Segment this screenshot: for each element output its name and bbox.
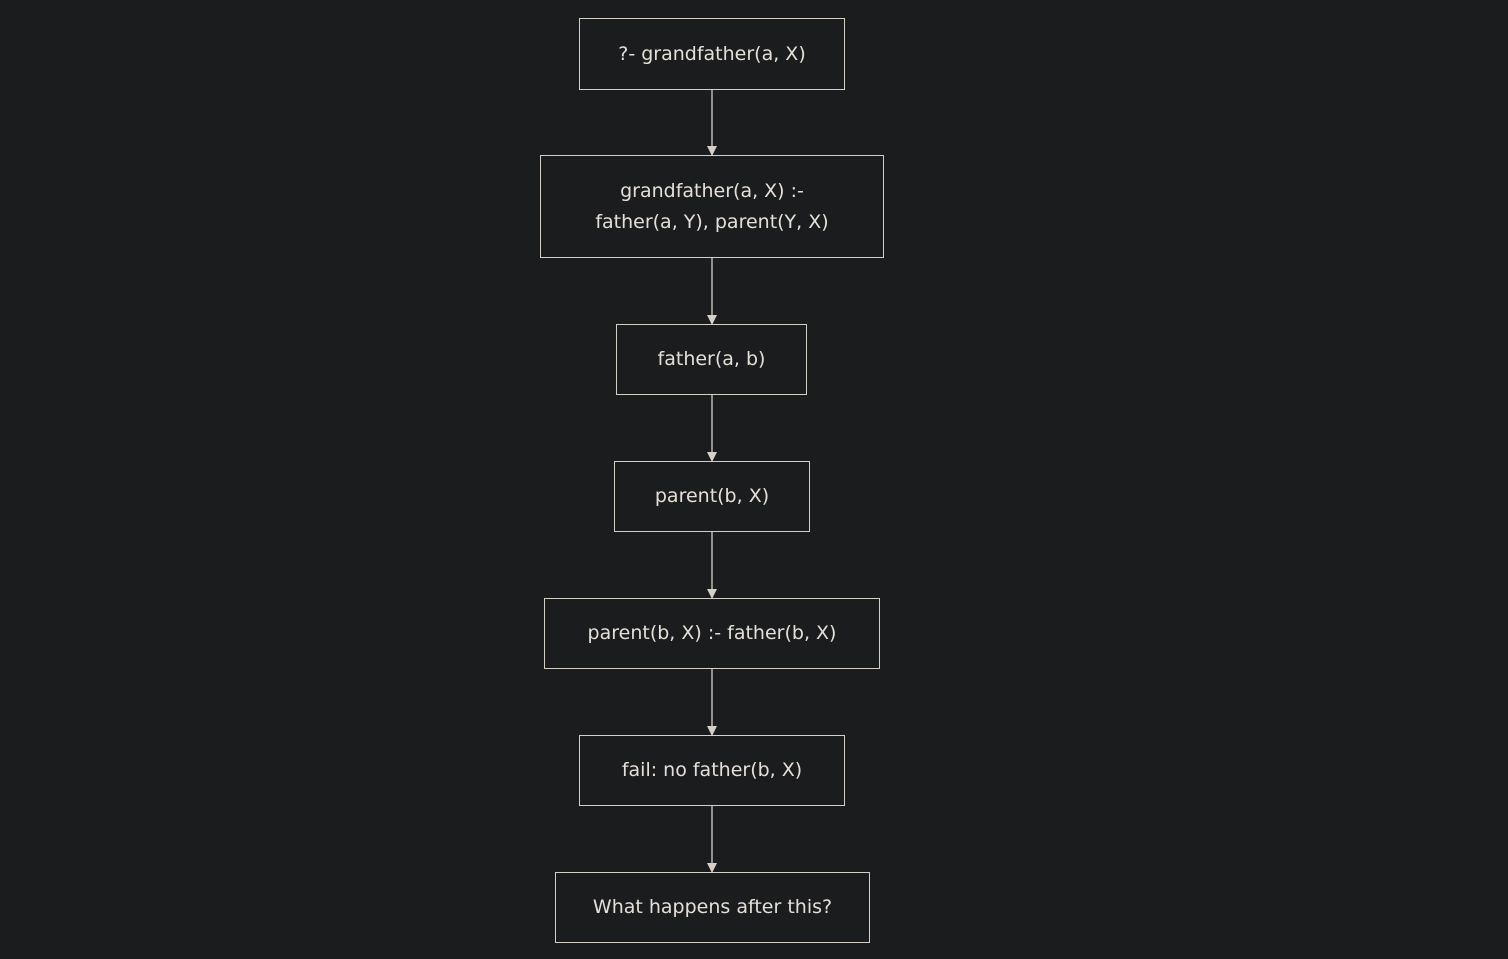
node-question: What happens after this? [555,872,870,943]
node-query-grandfather: ?- grandfather(a, X) [579,18,845,90]
node-label: father(a, b) [657,348,766,370]
node-parent-rule: parent(b, X) :- father(b, X) [544,598,880,669]
node-label-line-2: father(a, Y), parent(Y, X) [595,210,829,233]
node-father-fact: father(a, b) [616,324,807,395]
node-label: parent(b, X) [654,485,770,507]
node-label: What happens after this? [592,896,833,918]
node-label: fail: no father(b, X) [621,759,803,781]
node-label: ?- grandfather(a, X) [618,42,806,65]
node-parent-goal: parent(b, X) [614,461,810,532]
node-label-line-1: grandfather(a, X) :- [620,179,804,202]
node-fail: fail: no father(b, X) [579,735,845,806]
node-label: parent(b, X) :- father(b, X) [587,622,837,644]
node-grandfather-rule: grandfather(a, X) :- father(a, Y), paren… [540,155,884,258]
